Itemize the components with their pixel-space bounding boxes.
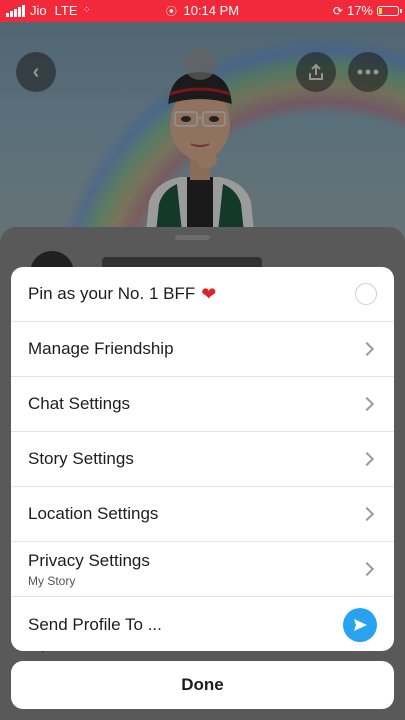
send-arrow-icon (354, 618, 367, 631)
status-bar: Jio LTE ⁘ ⦿ 10:14 PM ⟳ 17% (0, 0, 405, 22)
menu-item-sublabel: My Story (28, 573, 76, 588)
heart-icon: ❤ (201, 283, 217, 304)
chevron-right-icon (359, 396, 375, 412)
menu-item-pin-bff[interactable]: Pin as your No. 1 BFF ❤ (11, 267, 394, 322)
menu-item-label: Story Settings (28, 449, 134, 468)
battery-icon (377, 5, 402, 16)
send-button[interactable] (343, 607, 377, 642)
orientation-lock-icon: ⟳ (332, 3, 343, 18)
done-button[interactable]: Done (11, 661, 394, 709)
chevron-right-icon (359, 451, 375, 467)
menu-item-send-profile[interactable]: Send Profile To ... (11, 597, 394, 651)
battery-percent: 17% (346, 3, 373, 18)
menu-item-label: Pin as your No. 1 BFF (28, 284, 196, 303)
record-icon: ⦿ (165, 6, 177, 18)
menu-item-story-settings[interactable]: Story Settings (11, 432, 394, 487)
battery-fill (379, 7, 382, 14)
friend-action-menu: Pin as your No. 1 BFF ❤ Manage Friendshi… (11, 267, 394, 651)
menu-item-text-stack: Privacy Settings My Story (28, 551, 150, 588)
chevron-right-icon (359, 341, 375, 357)
menu-item-label: Send Profile To ... (28, 614, 162, 634)
menu-item-privacy-settings[interactable]: Privacy Settings My Story (11, 542, 394, 597)
menu-item-manage-friendship[interactable]: Manage Friendship (11, 322, 394, 377)
menu-item-chat-settings[interactable]: Chat Settings (11, 377, 394, 432)
menu-item-label: Privacy Settings (28, 550, 150, 570)
menu-item-label: Chat Settings (28, 394, 131, 413)
chevron-right-icon (359, 561, 375, 577)
menu-item-label: Manage Friendship (28, 339, 174, 358)
menu-item-label: Location Settings (28, 504, 159, 523)
pin-radio[interactable] (355, 283, 377, 305)
menu-item-location-settings[interactable]: Location Settings (11, 487, 394, 542)
status-right: ⟳ 17% (332, 3, 402, 18)
chevron-right-icon (359, 506, 375, 522)
status-time: 10:14 PM (183, 3, 240, 18)
